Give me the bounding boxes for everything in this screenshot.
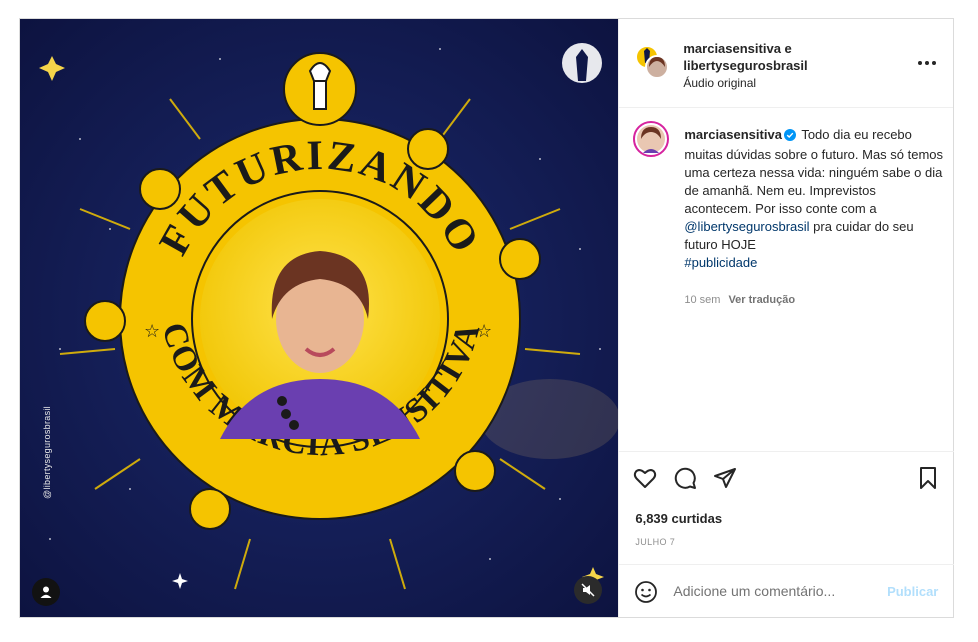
post-dialog: FUTURIZANDO COM MÁRCIA SENSITIVA ☆ ☆: [19, 18, 955, 618]
caption-hashtag-link[interactable]: #publicidade: [684, 255, 757, 270]
caption-avatar[interactable]: [633, 121, 670, 157]
share-button[interactable]: [713, 466, 737, 495]
publish-comment-button[interactable]: Publicar: [887, 584, 938, 599]
mute-button[interactable]: [574, 576, 602, 604]
emoji-picker-button[interactable]: [634, 580, 658, 609]
see-translation-button[interactable]: Ver tradução: [728, 294, 795, 306]
author-line-2[interactable]: libertysegurosbrasil: [683, 57, 807, 74]
svg-text:☆: ☆: [476, 321, 492, 342]
verified-badge-icon: [783, 128, 796, 146]
post-authors[interactable]: marciasensitiva e libertysegurosbrasil: [683, 40, 807, 74]
post-actions: 6,839 curtidas JULHO 7: [619, 451, 955, 564]
post-media[interactable]: FUTURIZANDO COM MÁRCIA SENSITIVA ☆ ☆: [20, 19, 619, 617]
more-options-button[interactable]: [917, 53, 937, 71]
caption-mention-link[interactable]: @libertysegurosbrasil: [684, 219, 809, 234]
bookmark-icon: [920, 467, 937, 489]
comment-input[interactable]: [673, 577, 874, 605]
media-credit: @libertysegurosbrasil: [42, 406, 52, 499]
author-line-1[interactable]: marciasensitiva e: [683, 40, 807, 57]
post-age[interactable]: 10 sem: [684, 294, 720, 306]
comment-bubble-icon: [675, 467, 697, 489]
save-button[interactable]: [916, 466, 940, 495]
post-date[interactable]: JULHO 7: [635, 537, 675, 547]
post-header: marciasensitiva e libertysegurosbrasil Á…: [619, 19, 953, 108]
speaker-muted-icon: [581, 583, 595, 597]
send-icon: [714, 468, 737, 488]
svg-text:☆: ☆: [144, 321, 160, 342]
caption-username[interactable]: marciasensitiva: [684, 127, 782, 142]
futurizando-artwork: FUTURIZANDO COM MÁRCIA SENSITIVA ☆ ☆: [20, 19, 619, 617]
collab-avatars[interactable]: [635, 45, 670, 79]
more-horizontal-icon: [918, 61, 936, 65]
comment-bar: Publicar: [619, 564, 955, 617]
audio-label[interactable]: Áudio original: [683, 76, 756, 90]
post-sidebar: marciasensitiva e libertysegurosbrasil Á…: [618, 19, 955, 617]
comment-button[interactable]: [673, 466, 697, 495]
user-icon: [40, 586, 52, 598]
heart-icon: [634, 469, 657, 488]
liberty-logo: [562, 43, 602, 83]
like-button[interactable]: [633, 466, 657, 495]
caption-meta: 10 sem Ver tradução: [684, 294, 795, 306]
caption-text: marciasensitiva Todo dia eu recebo muita…: [684, 126, 944, 272]
likes-count[interactable]: 6,839 curtidas: [635, 511, 722, 526]
emoji-icon: [635, 581, 658, 603]
tagged-users-button[interactable]: [32, 578, 60, 606]
